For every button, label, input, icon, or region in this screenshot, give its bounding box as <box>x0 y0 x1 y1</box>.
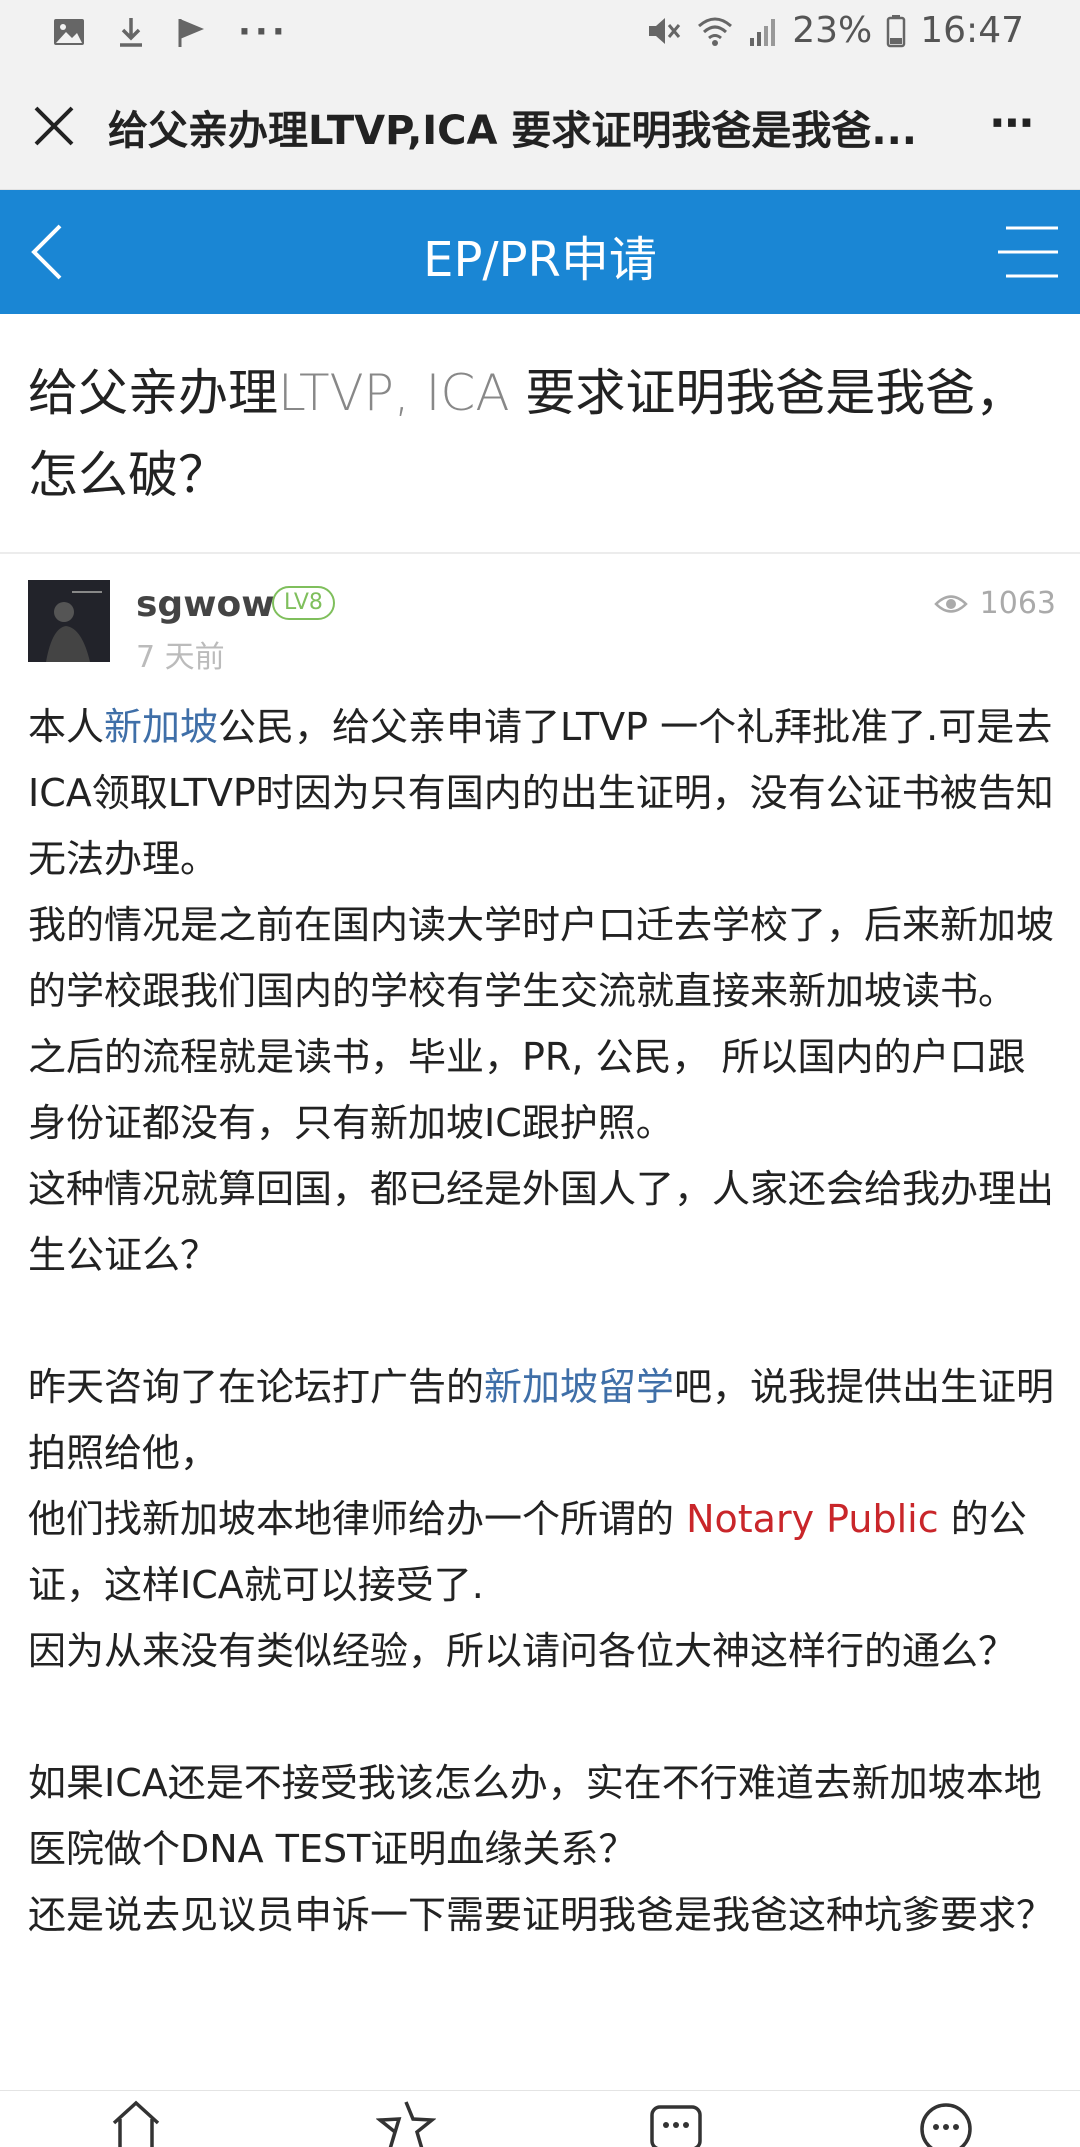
home-icon[interactable] <box>106 2099 166 2147</box>
post-text: 昨天咨询了在论坛打广告的 <box>28 1365 485 1409</box>
download-icon <box>120 18 142 47</box>
title-divider <box>0 552 1080 554</box>
post-paragraph: 他们找新加坡本地律师给办一个所谓的 Notary Public 的公证，这样IC… <box>28 1486 1058 1618</box>
author-name[interactable]: sgwow <box>136 584 274 625</box>
menu-icon[interactable] <box>992 220 1062 284</box>
browser-title-bar: 给父亲办理LTVP,ICA 要求证明我爸是我爸... ⋯ <box>0 64 1080 190</box>
post-paragraph: 如果ICA还是不接受我该怎么办，实在不行难道去新加坡本地医院做个DNA TEST… <box>28 1761 1042 1871</box>
star-icon[interactable] <box>376 2099 436 2147</box>
more-icon[interactable] <box>916 2099 976 2147</box>
post-paragraph: 我的情况是之前在国内读大学时户口迁去学校了，后来新加坡的学校跟我们国内的学校有学… <box>28 903 1055 1013</box>
post-paragraph: 本人新加坡公民，给父亲申请了LTVP 一个礼拜批准了.可是去ICA领取LTVP时… <box>28 694 1058 892</box>
status-bar-left: ··· <box>52 12 289 52</box>
browser-page-title: 给父亲办理LTVP,ICA 要求证明我爸是我爸... <box>108 108 917 154</box>
link-singapore[interactable]: 新加坡 <box>104 705 218 749</box>
avatar[interactable] <box>28 580 110 662</box>
bottom-toolbar <box>0 2090 1080 2147</box>
signal-icon <box>750 18 776 46</box>
post-paragraph: 昨天咨询了在论坛打广告的新加坡留学吧，说我提供出生证明拍照给他， <box>28 1354 1058 1486</box>
battery-percent: 23% <box>792 10 873 51</box>
level-badge: LV8 <box>272 586 335 620</box>
post-paragraph: 之后的流程就是读书，毕业，PR, 公民， 所以国内的户口跟身份证都没有，只有新加… <box>28 1035 1026 1145</box>
eye-icon <box>933 594 968 613</box>
post-text: 本人 <box>28 705 105 749</box>
browser-more-button[interactable]: ⋯ <box>990 98 1036 149</box>
avatar-image-icon <box>28 580 110 662</box>
thread-title-part1: 给父亲办理 <box>28 364 278 422</box>
thread-title-part2: LTVP, ICA <box>278 364 510 422</box>
link-singapore-study[interactable]: 新加坡留学 <box>484 1365 674 1409</box>
battery-icon <box>887 14 906 47</box>
app-header: EP/PR申请 <box>0 190 1080 314</box>
status-overflow: ··· <box>238 12 289 52</box>
flag-icon <box>178 19 204 47</box>
close-icon[interactable] <box>30 102 78 150</box>
post-paragraph: 还是说去见议员申诉一下需要证明我爸是我爸这种坑爹要求？ <box>28 1893 1055 1937</box>
view-count-value: 1063 <box>979 586 1056 621</box>
thread-title: 给父亲办理LTVP, ICA 要求证明我爸是我爸，怎么破？ <box>28 352 1058 516</box>
notary-public-highlight: Notary Public <box>686 1497 939 1541</box>
post-body: 本人新加坡公民，给父亲申请了LTVP 一个礼拜批准了.可是去ICA领取LTVP时… <box>28 694 1058 1948</box>
status-bar: ··· 23% 16:47 <box>0 0 1080 64</box>
clock: 16:47 <box>920 10 1024 51</box>
header-title: EP/PR申请 <box>423 232 657 288</box>
wifi-icon <box>698 17 733 46</box>
post-paragraph: 这种情况就算回国，都已经是外国人了，人家还会给我办理出生公证么？ <box>28 1167 1055 1277</box>
comment-icon[interactable] <box>646 2099 706 2147</box>
post-text: 他们找新加坡本地律师给办一个所谓的 <box>28 1497 687 1541</box>
post-paragraph: 因为从来没有类似经验，所以请问各位大神这样行的通么？ <box>28 1629 1017 1673</box>
post-time: 7 天前 <box>136 640 225 675</box>
view-count: 1063 <box>933 586 1056 621</box>
status-bar-right: 23% 16:47 <box>646 10 1024 51</box>
mute-icon <box>649 17 681 44</box>
image-icon <box>54 19 84 45</box>
